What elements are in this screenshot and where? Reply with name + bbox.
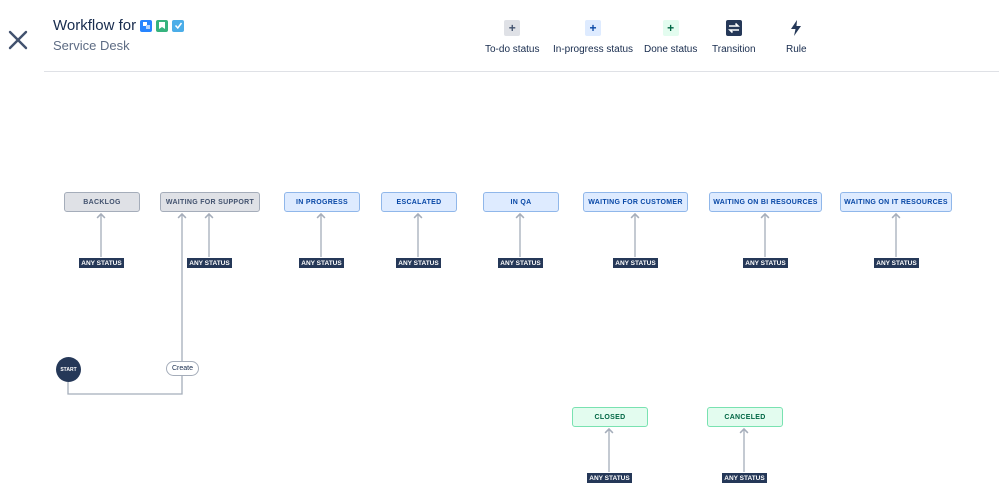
any-status-badge[interactable]: ANY STATUS	[874, 258, 919, 268]
any-status-badge[interactable]: ANY STATUS	[722, 473, 767, 483]
status-closed[interactable]: CLOSED	[572, 407, 648, 427]
any-status-badge[interactable]: ANY STATUS	[613, 258, 658, 268]
create-transition[interactable]: Create	[166, 361, 199, 376]
status-escalated[interactable]: ESCALATED	[381, 192, 457, 212]
workflow-connectors	[67, 212, 901, 472]
any-status-badge[interactable]: ANY STATUS	[587, 473, 632, 483]
status-in-qa[interactable]: IN QA	[483, 192, 559, 212]
any-status-badge[interactable]: ANY STATUS	[79, 258, 124, 268]
any-status-badge[interactable]: ANY STATUS	[396, 258, 441, 268]
any-status-badge[interactable]: ANY STATUS	[187, 258, 232, 268]
any-status-badge[interactable]: ANY STATUS	[743, 258, 788, 268]
any-status-badge[interactable]: ANY STATUS	[498, 258, 543, 268]
status-waiting-on-it-resources[interactable]: WAITING ON IT RESOURCES	[840, 192, 952, 212]
status-waiting-for-customer[interactable]: WAITING FOR CUSTOMER	[583, 192, 688, 212]
status-in-progress[interactable]: IN PROGRESS	[284, 192, 360, 212]
status-waiting-on-bi-resources[interactable]: WAITING ON BI RESOURCES	[709, 192, 822, 212]
status-waiting-for-support[interactable]: WAITING FOR SUPPORT	[160, 192, 260, 212]
any-status-badge[interactable]: ANY STATUS	[299, 258, 344, 268]
status-backlog[interactable]: BACKLOG	[64, 192, 140, 212]
status-canceled[interactable]: CANCELED	[707, 407, 783, 427]
start-node[interactable]: START	[56, 357, 81, 382]
